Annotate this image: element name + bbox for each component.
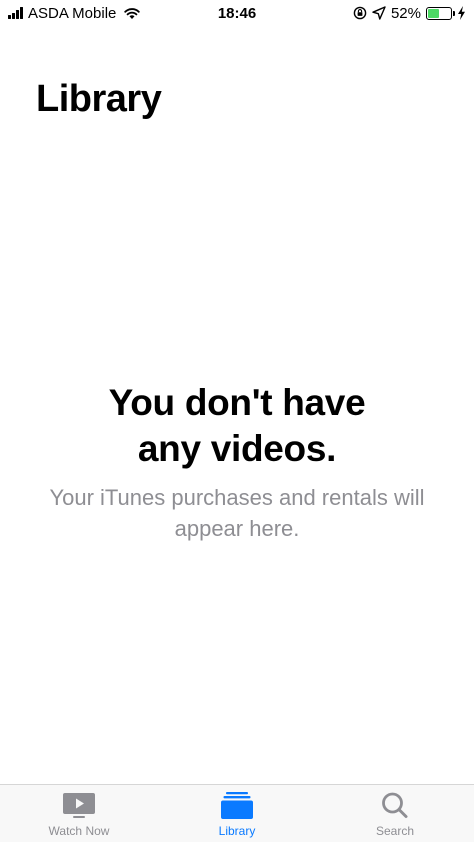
battery-level bbox=[428, 8, 440, 18]
location-icon bbox=[372, 6, 386, 20]
library-screen: ASDA Mobile 18:46 52% Library You don't … bbox=[0, 0, 474, 842]
charging-icon bbox=[458, 6, 465, 20]
empty-state-subtitle: Your iTunes purchases and rentals will a… bbox=[49, 485, 425, 541]
tab-watch-now[interactable]: Watch Now bbox=[0, 785, 158, 842]
wifi-icon bbox=[124, 8, 141, 19]
status-left: ASDA Mobile bbox=[8, 5, 141, 22]
tab-label-library: Library bbox=[218, 824, 256, 838]
empty-state-heading: You don't have any videos. bbox=[108, 382, 366, 469]
status-bar: ASDA Mobile 18:46 52% bbox=[0, 0, 474, 26]
page-title: Library bbox=[36, 78, 162, 120]
battery-percent: 52% bbox=[390, 4, 421, 22]
tab-label-search: Search bbox=[375, 824, 415, 838]
battery-icon bbox=[426, 6, 455, 20]
tab-bar: Watch Now Library Search bbox=[0, 784, 474, 842]
signal-icon bbox=[8, 7, 23, 19]
library-icon bbox=[221, 792, 253, 819]
search-icon bbox=[382, 792, 408, 818]
tab-library[interactable]: Library bbox=[158, 785, 316, 842]
empty-state: You don't have any videos. Your iTunes p… bbox=[0, 380, 474, 544]
tab-label-watch-now: Watch Now bbox=[48, 824, 110, 838]
status-right: 52% bbox=[353, 5, 466, 22]
tab-search[interactable]: Search bbox=[316, 785, 474, 842]
play-icon bbox=[63, 793, 95, 818]
carrier-name: ASDA Mobile bbox=[28, 4, 117, 22]
rotation-lock-icon bbox=[353, 6, 367, 20]
